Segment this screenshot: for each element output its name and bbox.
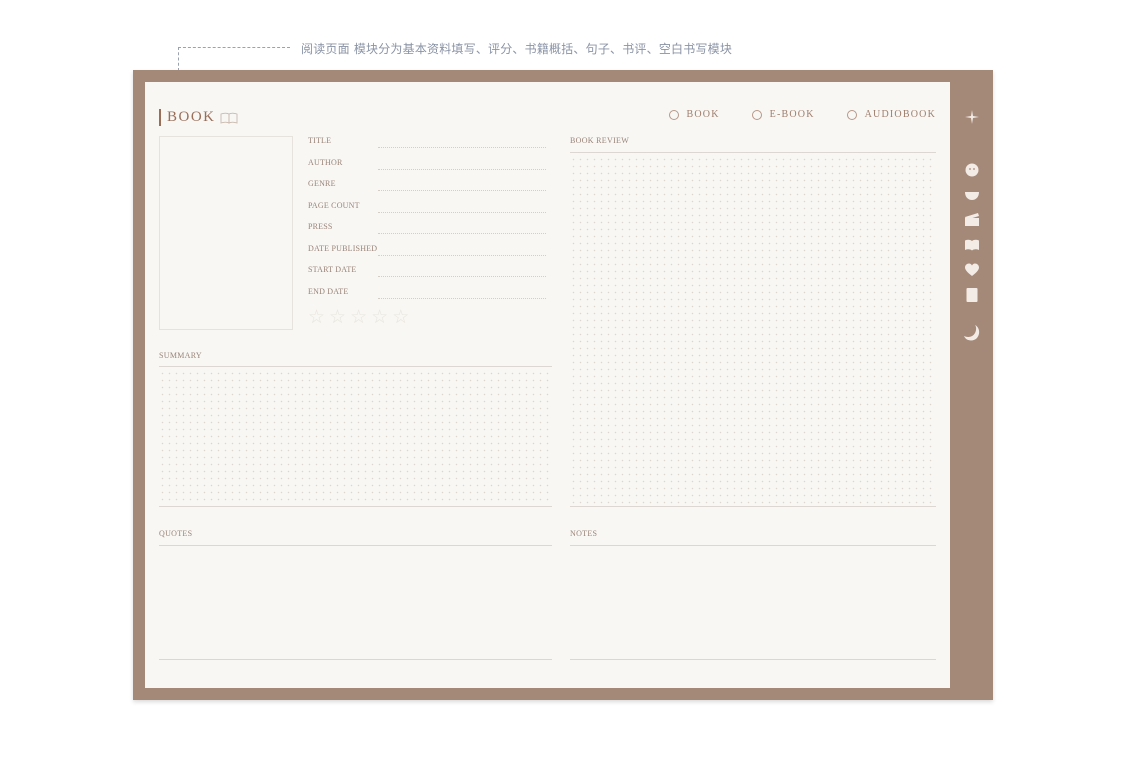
page-title: BOOK: [159, 109, 238, 126]
planner-frame: BOOK BOOK E-BOOK AUDIOBOOK TITLE AUTHOR …: [133, 70, 993, 700]
summary-bottom-rule: [159, 506, 552, 507]
quotes-writing-area[interactable]: [159, 548, 552, 658]
field-label: START DATE: [308, 265, 357, 274]
field-input-line[interactable]: [378, 255, 546, 256]
book-cover-placeholder[interactable]: [159, 136, 293, 330]
book-review-bottom-rule: [570, 506, 936, 507]
field-start-date[interactable]: START DATE: [308, 265, 546, 279]
face-icon[interactable]: [965, 163, 979, 177]
book-review-title: BOOK REVIEW: [570, 136, 630, 145]
radio-button[interactable]: [751, 109, 762, 120]
format-label: AUDIOBOOK: [864, 109, 936, 120]
radio-button[interactable]: [846, 109, 857, 120]
field-label: END DATE: [308, 287, 349, 296]
star-rating: ☆ ☆ ☆ ☆ ☆: [308, 308, 409, 327]
moon-icon[interactable]: [963, 324, 981, 342]
star-icon[interactable]: ☆: [392, 308, 409, 327]
star-icon[interactable]: ☆: [308, 308, 325, 327]
field-date-published[interactable]: DATE PUBLISHED: [308, 244, 546, 258]
clapperboard-icon[interactable]: [965, 213, 979, 227]
open-book-outline-icon: [220, 112, 237, 124]
field-page-count[interactable]: PAGE COUNT: [308, 201, 546, 215]
notebook-icon[interactable]: [965, 288, 979, 302]
quotes-rule: [159, 545, 552, 546]
book-review-rule: [570, 152, 936, 153]
field-label: PRESS: [308, 222, 333, 231]
field-press[interactable]: PRESS: [308, 222, 546, 236]
book-review-dot-grid[interactable]: [570, 156, 936, 504]
field-input-line[interactable]: [378, 298, 546, 299]
field-input-line[interactable]: [378, 190, 546, 191]
field-input-line[interactable]: [378, 233, 546, 234]
format-option-book[interactable]: BOOK: [668, 109, 720, 120]
field-input-line[interactable]: [378, 147, 546, 148]
format-options: BOOK E-BOOK AUDIOBOOK: [668, 109, 936, 120]
format-option-audiobook[interactable]: AUDIOBOOK: [846, 109, 936, 120]
star-icon[interactable]: ☆: [371, 308, 388, 327]
sparkle-icon[interactable]: [965, 110, 979, 124]
summary-rule: [159, 366, 552, 367]
format-label: BOOK: [686, 109, 720, 120]
field-title[interactable]: TITLE: [308, 136, 546, 150]
field-input-line[interactable]: [378, 212, 546, 213]
annotation-leader-vertical: [178, 47, 179, 71]
reading-page: BOOK BOOK E-BOOK AUDIOBOOK TITLE AUTHOR …: [145, 82, 950, 688]
notes-writing-area[interactable]: [570, 548, 936, 658]
annotation-text: 阅读页面 模块分为基本资料填写、评分、书籍概括、句子、书评、空白书写模块: [301, 42, 733, 56]
notes-title: NOTES: [570, 529, 598, 538]
star-icon[interactable]: ☆: [329, 308, 346, 327]
field-genre[interactable]: GENRE: [308, 179, 546, 193]
format-label: E-BOOK: [769, 109, 815, 120]
quotes-title: QUOTES: [159, 529, 193, 538]
field-label: DATE PUBLISHED: [308, 244, 378, 253]
field-label: TITLE: [308, 136, 332, 145]
summary-title: SUMMARY: [159, 351, 203, 360]
field-input-line[interactable]: [378, 169, 546, 170]
annotation-leader-horizontal: [178, 47, 290, 48]
open-book-icon[interactable]: [965, 238, 979, 252]
field-label: PAGE COUNT: [308, 201, 360, 210]
radio-button[interactable]: [668, 109, 679, 120]
field-end-date[interactable]: END DATE: [308, 287, 546, 301]
field-label: GENRE: [308, 179, 336, 188]
quotes-bottom-rule: [159, 659, 552, 660]
format-option-ebook[interactable]: E-BOOK: [751, 109, 815, 120]
notes-bottom-rule: [570, 659, 936, 660]
star-icon[interactable]: ☆: [350, 308, 367, 327]
field-input-line[interactable]: [378, 276, 546, 277]
heart-icon[interactable]: [965, 263, 979, 277]
notes-rule: [570, 545, 936, 546]
field-author[interactable]: AUTHOR: [308, 158, 546, 172]
bowl-icon[interactable]: [965, 188, 979, 202]
page-title-text: BOOK: [167, 109, 216, 125]
field-label: AUTHOR: [308, 158, 343, 167]
summary-dot-grid[interactable]: [159, 370, 552, 504]
